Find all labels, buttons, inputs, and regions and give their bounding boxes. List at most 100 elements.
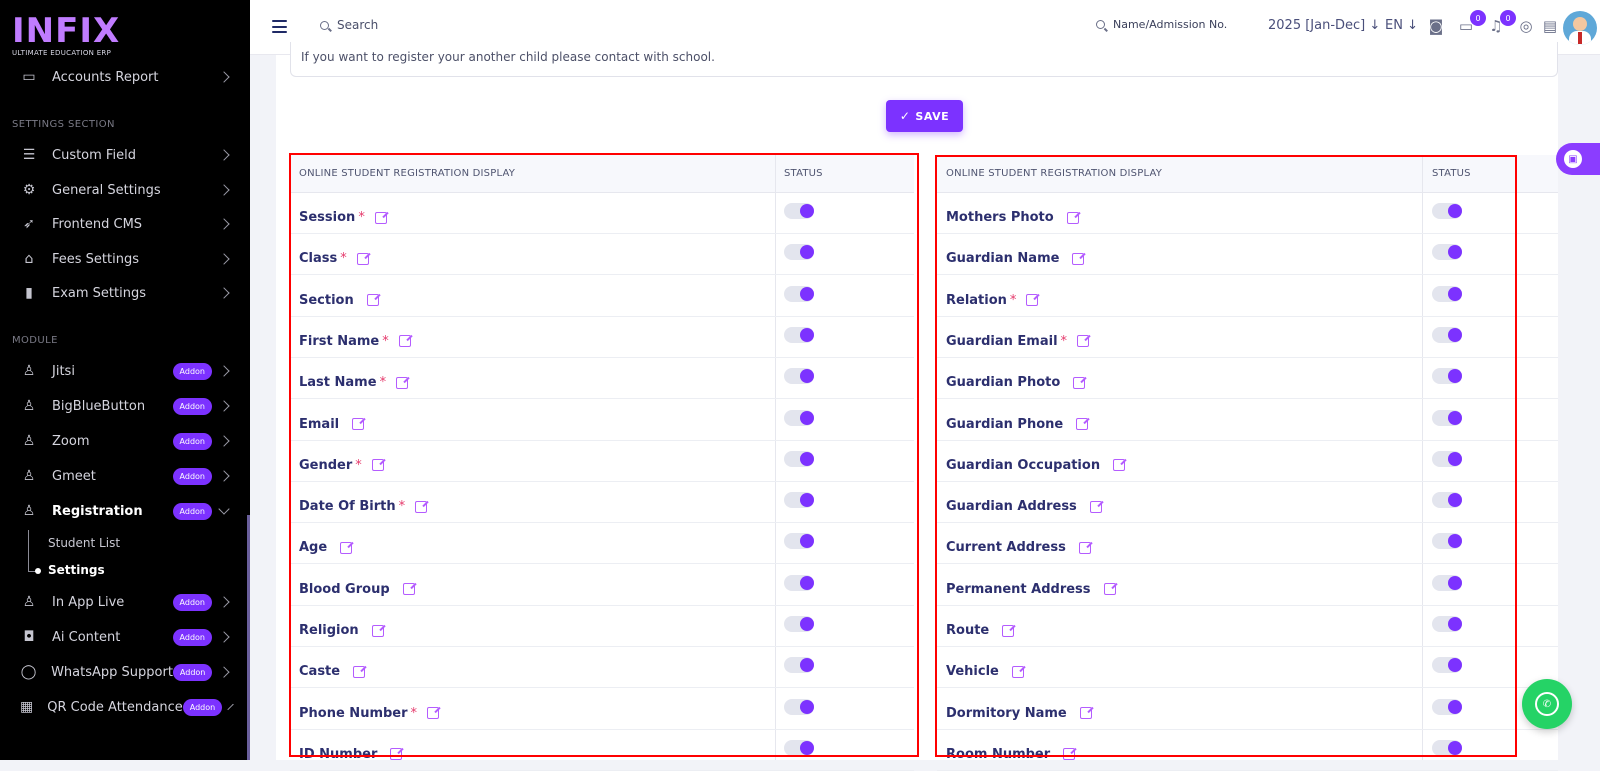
edit-icon[interactable] (427, 707, 440, 720)
sidebar-item-accounts-report[interactable]: ▭ Accounts Report (20, 63, 232, 91)
edit-icon[interactable] (356, 252, 369, 265)
sidebar-item-exam-settings[interactable]: ▮ Exam Settings (20, 279, 232, 307)
edit-icon[interactable] (390, 748, 403, 761)
status-toggle[interactable] (1432, 285, 1462, 302)
edit-icon[interactable] (352, 418, 365, 430)
edit-icon[interactable] (371, 459, 384, 472)
edit-icon[interactable] (398, 335, 411, 348)
edit-icon[interactable] (396, 376, 409, 389)
toggle-knob (800, 658, 814, 673)
robot-icon[interactable]: ◙ (1426, 16, 1446, 36)
edit-icon[interactable] (402, 583, 415, 596)
status-toggle[interactable] (1432, 409, 1462, 426)
status-toggle[interactable] (1432, 533, 1462, 550)
edit-icon[interactable] (340, 541, 353, 554)
sidebar-item-fees-settings[interactable]: ⌂ Fees Settings (20, 245, 232, 273)
sidebar-item-general-settings[interactable]: ⚙ General Settings (20, 176, 232, 204)
floating-cart-button[interactable]: ▣ (1556, 143, 1600, 175)
status-toggle[interactable] (784, 657, 814, 674)
edit-icon[interactable] (1113, 459, 1126, 472)
status-toggle[interactable] (1432, 450, 1462, 467)
status-toggle[interactable] (1432, 657, 1462, 674)
language-select[interactable]: EN ↓ (1385, 18, 1418, 33)
sidebar-item-label: Frontend CMS (52, 216, 143, 232)
sidebar-subitem-settings[interactable]: Settings (48, 563, 105, 577)
sidebar-item-qr-code-attendance[interactable]: ▦ QR Code Attendance Addon (20, 693, 234, 721)
status-toggle[interactable] (1432, 698, 1462, 715)
edit-icon[interactable] (1103, 583, 1116, 596)
edit-icon[interactable] (1066, 211, 1079, 224)
sidebar-item-label: Registration (52, 503, 143, 519)
status-toggle[interactable] (784, 574, 814, 591)
save-button[interactable]: ✓ SAVE (886, 100, 963, 132)
status-toggle[interactable] (1432, 368, 1462, 385)
status-toggle[interactable] (1432, 244, 1462, 261)
status-toggle[interactable] (1432, 574, 1462, 591)
status-toggle[interactable] (784, 616, 814, 632)
edit-icon[interactable] (1079, 707, 1092, 720)
sidebar-scrollbar[interactable] (247, 515, 250, 760)
sidebar-item-ai-content[interactable]: ◘ Ai Content Addon (20, 623, 232, 651)
status-toggle[interactable] (784, 409, 814, 426)
status-toggle[interactable] (784, 698, 814, 715)
sidebar-item-frontend-cms[interactable]: ➶ Frontend CMS (20, 210, 232, 238)
status-toggle[interactable] (784, 533, 814, 550)
edit-icon[interactable] (1089, 500, 1102, 513)
status-toggle[interactable] (1432, 326, 1462, 343)
table-row: Phone Number * (290, 689, 914, 730)
user-avatar[interactable] (1563, 11, 1597, 45)
edit-icon[interactable] (1073, 376, 1086, 389)
edit-icon[interactable] (1011, 665, 1024, 678)
table-row: Session * (290, 193, 914, 234)
chat-icon[interactable]: ▭ 0 (1456, 10, 1486, 36)
edit-icon[interactable] (1078, 541, 1091, 554)
sidebar-item-in-app-live[interactable]: ♙ In App Live Addon (20, 588, 232, 616)
edit-icon[interactable] (1002, 624, 1015, 637)
sidebar-subitem-student-list[interactable]: Student List (48, 536, 120, 550)
status-toggle[interactable] (784, 285, 814, 302)
sidebar-item-bigbluebutton[interactable]: ♙ BigBlueButton Addon (20, 392, 232, 420)
edit-icon[interactable] (371, 624, 384, 637)
whatsapp-chat-button[interactable]: ✆ (1522, 679, 1572, 729)
sidebar-item-registration[interactable]: ♙ Registration Addon (20, 497, 232, 525)
status-toggle[interactable] (784, 244, 814, 261)
search-input[interactable]: Search (320, 18, 378, 32)
academic-year-select[interactable]: 2025 [Jan-Dec] ↓ (1268, 18, 1380, 33)
search-icon (1096, 20, 1105, 29)
edit-icon[interactable] (1072, 252, 1085, 265)
edit-icon[interactable] (353, 665, 366, 678)
globe-icon[interactable]: ◎ (1516, 16, 1536, 36)
edit-icon[interactable] (1063, 748, 1076, 761)
status-toggle[interactable] (1432, 203, 1462, 219)
status-toggle[interactable] (784, 450, 814, 467)
chart-icon[interactable]: ▤ (1540, 16, 1560, 36)
student-search-placeholder: Name/Admission No. (1113, 18, 1228, 31)
sidebar-item-whatsapp-support[interactable]: ◯ WhatsApp Support Addon (20, 658, 232, 686)
edit-icon[interactable] (1026, 294, 1039, 307)
status-toggle[interactable] (1432, 739, 1462, 756)
edit-icon[interactable] (1077, 335, 1090, 348)
status-toggle[interactable] (784, 326, 814, 343)
table-row: Guardian Phone (937, 400, 1558, 441)
registration-note-field[interactable]: If you want to register your another chi… (290, 42, 1558, 77)
app-logo[interactable]: INFIX ULTIMATE EDUCATION ERP (12, 14, 162, 62)
required-marker: * (340, 251, 347, 267)
student-search-input[interactable]: Name/Admission No. (1096, 18, 1227, 31)
edit-icon[interactable] (366, 294, 379, 307)
sidebar-item-jitsi[interactable]: ♙ Jitsi Addon (20, 357, 232, 385)
status-toggle[interactable] (784, 492, 814, 509)
edit-icon[interactable] (415, 500, 428, 513)
status-toggle[interactable] (1432, 492, 1462, 509)
edit-icon[interactable] (1076, 418, 1089, 430)
edit-icon[interactable] (374, 211, 387, 224)
bell-icon[interactable]: ♫ 0 (1486, 10, 1516, 36)
status-toggle[interactable] (784, 203, 814, 219)
active-dot-icon (35, 568, 41, 574)
status-toggle[interactable] (784, 368, 814, 385)
status-toggle[interactable] (1432, 616, 1462, 632)
status-toggle[interactable] (784, 739, 814, 756)
sidebar-item-custom-field[interactable]: ☰ Custom Field (20, 141, 232, 169)
menu-toggle-icon[interactable] (272, 20, 287, 33)
sidebar-item-zoom[interactable]: ♙ Zoom Addon (20, 427, 232, 455)
sidebar-item-gmeet[interactable]: ♙ Gmeet Addon (20, 462, 232, 490)
